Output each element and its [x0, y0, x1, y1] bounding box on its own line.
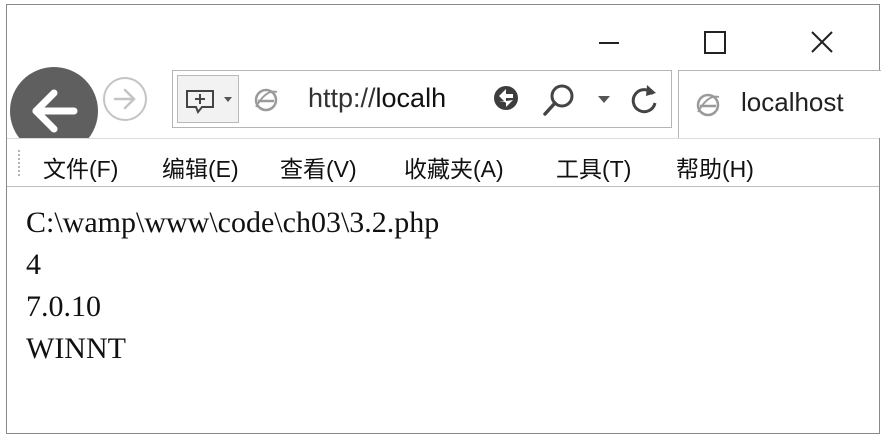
- compatibility-view-icon[interactable]: [491, 83, 521, 113]
- page-content: C:\wamp\www\code\ch03\3.2.php 4 7.0.10 W…: [26, 202, 439, 370]
- browser-window: http://localh localhost 文件(F) 编辑(E) 查看(V…: [6, 4, 881, 434]
- url-prefix: http://: [308, 83, 376, 113]
- chevron-down-icon: [224, 97, 232, 102]
- menu-item-file[interactable]: 文件(F): [43, 150, 118, 184]
- url-text[interactable]: http://localh: [308, 83, 446, 114]
- refresh-icon[interactable]: [628, 83, 660, 117]
- menu-item-favorites[interactable]: 收藏夹(A): [404, 150, 504, 184]
- toolbar-grip[interactable]: [17, 149, 21, 177]
- output-line: 4: [26, 248, 41, 281]
- url-host: localh: [375, 83, 447, 113]
- maximize-button[interactable]: [695, 25, 735, 61]
- minimize-icon: [599, 42, 619, 44]
- address-bar[interactable]: http://localh: [172, 70, 672, 128]
- maximize-icon: [704, 31, 726, 54]
- forward-arrow-icon: [113, 88, 136, 110]
- menu-item-tools[interactable]: 工具(T): [556, 150, 631, 184]
- menu-item-help[interactable]: 帮助(H): [676, 150, 754, 184]
- ie-page-icon: [696, 93, 720, 117]
- dropdown-caret-icon[interactable]: [597, 95, 611, 105]
- search-icon[interactable]: [541, 83, 577, 117]
- menu-bar: 文件(F) 编辑(E) 查看(V) 收藏夹(A) 工具(T) 帮助(H): [7, 138, 879, 187]
- close-icon: [811, 31, 833, 53]
- menu-item-edit[interactable]: 编辑(E): [162, 150, 239, 184]
- forward-button[interactable]: [103, 77, 147, 121]
- compatibility-button[interactable]: [177, 75, 239, 123]
- menu-item-view[interactable]: 查看(V): [280, 150, 357, 184]
- output-line: WINNT: [26, 332, 126, 365]
- tab-localhost[interactable]: localhost: [678, 70, 881, 138]
- tab-label: localhost: [741, 87, 844, 117]
- minimize-button[interactable]: [589, 25, 629, 61]
- output-line: 7.0.10: [26, 290, 101, 323]
- compatibility-add-icon: [186, 90, 214, 114]
- back-arrow-icon: [32, 89, 78, 133]
- output-line: C:\wamp\www\code\ch03\3.2.php: [26, 206, 440, 239]
- close-button[interactable]: [802, 25, 842, 61]
- ie-page-icon: [254, 88, 278, 112]
